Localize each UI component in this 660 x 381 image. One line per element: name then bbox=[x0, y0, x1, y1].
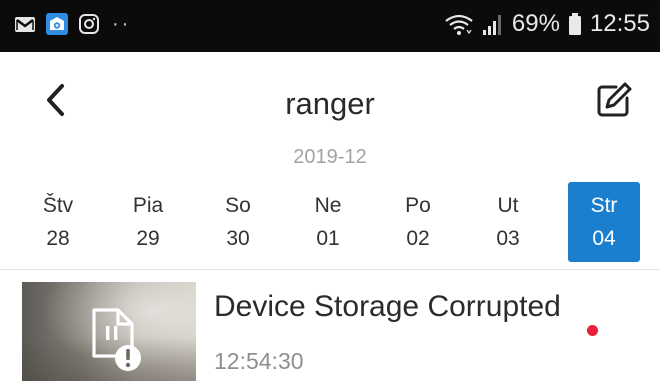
event-list-item[interactable]: Device Storage Corrupted 12:54:30 bbox=[0, 270, 660, 381]
day-name: Po bbox=[405, 194, 431, 217]
day-date: 01 bbox=[316, 227, 340, 250]
day-name: Ut bbox=[497, 194, 519, 217]
battery-percent: 69% bbox=[511, 10, 560, 37]
corrupted-file-icon bbox=[92, 308, 141, 371]
day-item-30[interactable]: So 30 bbox=[202, 182, 274, 262]
gmail-icon bbox=[14, 13, 36, 35]
day-name: Ne bbox=[314, 194, 342, 217]
day-item-03[interactable]: Ut 03 bbox=[472, 182, 544, 262]
day-item-04-selected[interactable]: Str 04 bbox=[568, 182, 640, 262]
day-item-28[interactable]: Štv 28 bbox=[22, 182, 94, 262]
wifi-icon bbox=[444, 12, 474, 36]
notification-icons: ·· bbox=[14, 13, 131, 35]
day-date: 03 bbox=[496, 227, 520, 250]
month-label: 2019-12 bbox=[293, 146, 367, 168]
day-item-29[interactable]: Pia 29 bbox=[112, 182, 184, 262]
more-notifications-indicator: ·· bbox=[112, 13, 132, 35]
clock: 12:55 bbox=[589, 10, 650, 37]
event-thumbnail[interactable] bbox=[22, 282, 196, 381]
day-name: Pia bbox=[132, 194, 164, 217]
day-name: So bbox=[225, 194, 251, 217]
event-title: Device Storage Corrupted bbox=[214, 290, 561, 323]
day-item-01[interactable]: Ne 01 bbox=[292, 182, 364, 262]
day-date: 29 bbox=[136, 227, 160, 250]
signal-icon bbox=[482, 12, 504, 36]
edit-button[interactable] bbox=[592, 78, 636, 122]
status-bar: ·· 69% 12:55 bbox=[0, 0, 660, 52]
unread-indicator bbox=[587, 325, 598, 336]
week-strip: Štv 28 Pia 29 So 30 Ne 01 Po 02 Ut 03 St… bbox=[22, 182, 642, 262]
edit-icon bbox=[597, 82, 632, 117]
battery-icon bbox=[568, 12, 582, 36]
page-title: ranger bbox=[285, 86, 375, 121]
day-date: 30 bbox=[226, 227, 250, 250]
system-indicators: 69% 12:55 bbox=[444, 10, 650, 38]
day-name: Str bbox=[590, 194, 618, 217]
day-name: Štv bbox=[42, 194, 74, 217]
event-time: 12:54:30 bbox=[214, 348, 304, 374]
instagram-icon bbox=[78, 13, 100, 35]
day-date: 02 bbox=[406, 227, 430, 250]
app-bar: ranger bbox=[0, 52, 660, 148]
day-date: 04 bbox=[592, 227, 616, 250]
day-item-02[interactable]: Po 02 bbox=[382, 182, 454, 262]
camera-app-icon bbox=[46, 13, 68, 35]
day-date: 28 bbox=[46, 227, 70, 250]
